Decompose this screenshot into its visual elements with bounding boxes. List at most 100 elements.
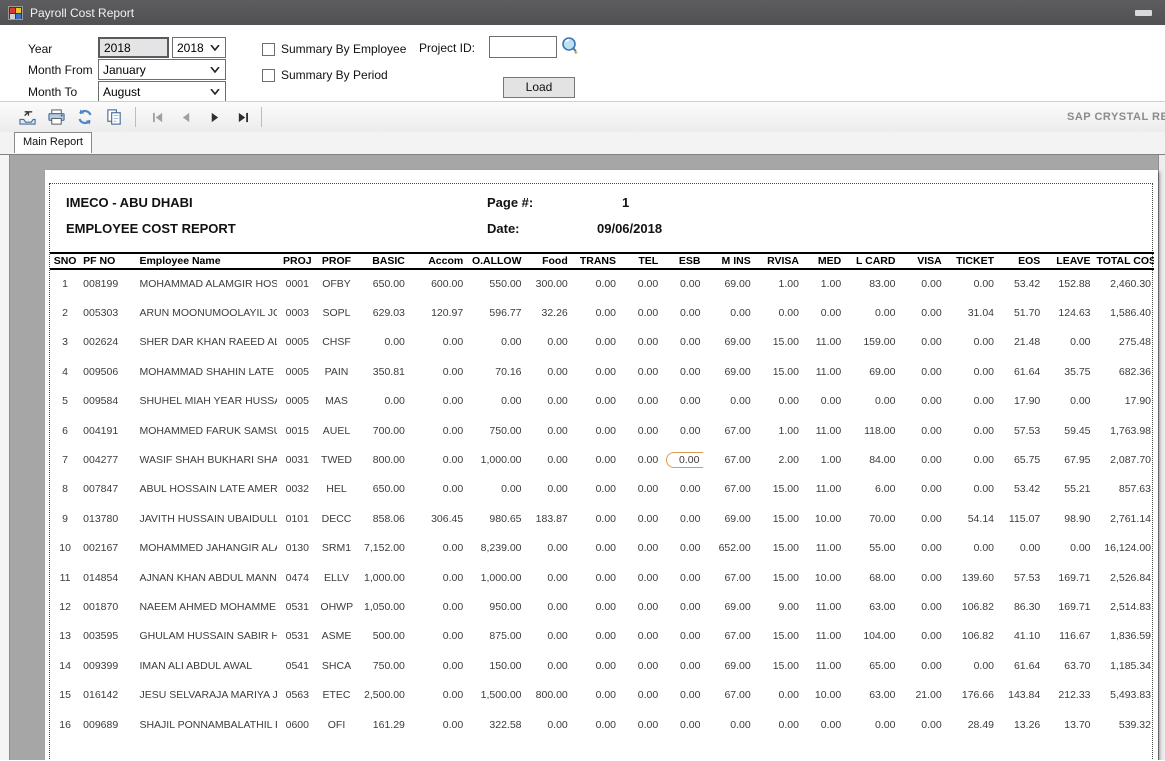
table-cell: 682.36 xyxy=(1094,357,1154,386)
table-cell: 750.00 xyxy=(356,651,408,680)
table-cell: 54.14 xyxy=(945,504,997,533)
table-cell: 0.00 xyxy=(703,710,753,739)
table-cell: 0.00 xyxy=(661,680,703,709)
previous-page-icon[interactable] xyxy=(172,105,200,129)
print-icon[interactable] xyxy=(43,105,69,129)
report-toolbar: SAP CRYSTAL RE xyxy=(0,101,1165,132)
table-cell: 0.00 xyxy=(945,651,997,680)
table-cell: 0.00 xyxy=(408,328,466,357)
table-cell: 10.00 xyxy=(802,680,844,709)
table-cell: 15.00 xyxy=(754,651,802,680)
month-to-select[interactable]: August xyxy=(98,81,226,102)
next-page-icon[interactable] xyxy=(200,105,228,129)
table-cell: 0.00 xyxy=(619,328,661,357)
month-from-label: Month From xyxy=(28,63,93,77)
table-cell: 0.00 xyxy=(1043,534,1093,563)
table-cell: 0.00 xyxy=(571,357,619,386)
copy-icon[interactable] xyxy=(101,105,127,129)
table-cell: 67.00 xyxy=(703,445,753,474)
table-cell: 61.64 xyxy=(997,651,1043,680)
table-cell: 0.00 xyxy=(408,622,466,651)
month-from-select[interactable]: January xyxy=(98,59,226,80)
checkbox-box xyxy=(262,43,275,56)
project-id-label: Project ID: xyxy=(419,41,475,55)
table-cell: 004277 xyxy=(80,445,136,474)
table-cell: 31.04 xyxy=(945,298,997,327)
table-cell: 1,586.40 xyxy=(1094,298,1154,327)
table-cell: 0.00 xyxy=(619,416,661,445)
table-cell: 0.00 xyxy=(525,445,571,474)
table-cell: 0.00 xyxy=(571,563,619,592)
table-cell: MOHAMMED JAHANGIR ALA xyxy=(136,534,277,563)
table-cell: 0015 xyxy=(277,416,317,445)
table-cell: 2,500.00 xyxy=(356,680,408,709)
table-cell: 0.00 xyxy=(619,387,661,416)
column-header: PF NO xyxy=(80,253,136,269)
column-header: TEL xyxy=(619,253,661,269)
table-cell: 0600 xyxy=(277,710,317,739)
tab-main-report[interactable]: Main Report xyxy=(14,132,92,153)
table-cell: 0.00 xyxy=(525,357,571,386)
column-header: Food xyxy=(525,253,571,269)
table-cell: 0.00 xyxy=(661,357,703,386)
table-cell: 15.00 xyxy=(754,622,802,651)
table-cell: 0.00 xyxy=(898,445,944,474)
table-cell: 750.00 xyxy=(466,416,524,445)
table-cell: 41.10 xyxy=(997,622,1043,651)
table-cell: 0.00 xyxy=(898,504,944,533)
minimize-button[interactable] xyxy=(1135,10,1152,16)
refresh-icon[interactable] xyxy=(72,105,98,129)
table-cell: SHCA xyxy=(317,651,355,680)
viewer-right-margin[interactable] xyxy=(1158,155,1165,760)
table-cell: 0.00 xyxy=(408,475,466,504)
table-cell: 0101 xyxy=(277,504,317,533)
table-cell: 1,836.59 xyxy=(1094,622,1154,651)
column-header: SNO xyxy=(50,253,80,269)
table-cell: 2 xyxy=(50,298,80,327)
table-cell: 0.00 xyxy=(661,416,703,445)
year-input[interactable]: 2018 xyxy=(98,37,169,58)
table-cell: 0.00 xyxy=(408,357,466,386)
table-cell: 0001 xyxy=(277,269,317,298)
table-cell: SRM1 xyxy=(317,534,355,563)
year-select[interactable]: 2018 xyxy=(172,37,226,58)
load-button[interactable]: Load xyxy=(503,77,575,98)
table-row: 16009689SHAJIL PONNAMBALATHIL F0600OFI16… xyxy=(50,710,1154,739)
table-cell: 17.90 xyxy=(1094,387,1154,416)
table-cell: 0.00 xyxy=(571,592,619,621)
table-cell: 11.00 xyxy=(802,622,844,651)
table-cell: 13 xyxy=(50,622,80,651)
summary-by-employee-checkbox[interactable]: Summary By Employee xyxy=(262,42,406,56)
table-cell: 0.00 xyxy=(945,269,997,298)
table-cell: 13.70 xyxy=(1043,710,1093,739)
table-row: 12001870NAEEM AHMED MOHAMME0531OHWP1,050… xyxy=(50,592,1154,621)
table-cell: 1,000.00 xyxy=(356,563,408,592)
project-id-input[interactable] xyxy=(489,36,557,58)
column-header: O.ALLOW xyxy=(466,253,524,269)
table-cell: 0.00 xyxy=(619,592,661,621)
table-cell: 0.00 xyxy=(661,710,703,739)
first-page-icon[interactable] xyxy=(144,105,172,129)
table-cell: WASIF SHAH BUKHARI SHAH xyxy=(136,445,277,474)
table-cell: 016142 xyxy=(80,680,136,709)
table-cell: 0.00 xyxy=(525,387,571,416)
table-cell: 53.42 xyxy=(997,269,1043,298)
last-page-icon[interactable] xyxy=(228,105,256,129)
table-cell: 15.00 xyxy=(754,328,802,357)
table-cell: JAVITH HUSSAIN UBAIDULLA xyxy=(136,504,277,533)
table-row: 14009399IMAN ALI ABDUL AWAL0541SHCA750.0… xyxy=(50,651,1154,680)
table-cell: 0.00 xyxy=(844,710,898,739)
table-cell: CHSF xyxy=(317,328,355,357)
table-cell: 0.00 xyxy=(661,328,703,357)
export-icon[interactable] xyxy=(14,105,40,129)
window-title: Payroll Cost Report xyxy=(30,6,134,20)
summary-by-period-checkbox[interactable]: Summary By Period xyxy=(262,68,388,82)
chevron-down-icon xyxy=(210,89,220,95)
table-cell: 700.00 xyxy=(356,416,408,445)
column-header: TOTAL COST xyxy=(1094,253,1154,269)
report-title: EMPLOYEE COST REPORT xyxy=(66,221,236,236)
search-icon[interactable] xyxy=(560,36,580,56)
table-cell: 11.00 xyxy=(802,475,844,504)
table-cell: 800.00 xyxy=(356,445,408,474)
table-cell: 28.49 xyxy=(945,710,997,739)
